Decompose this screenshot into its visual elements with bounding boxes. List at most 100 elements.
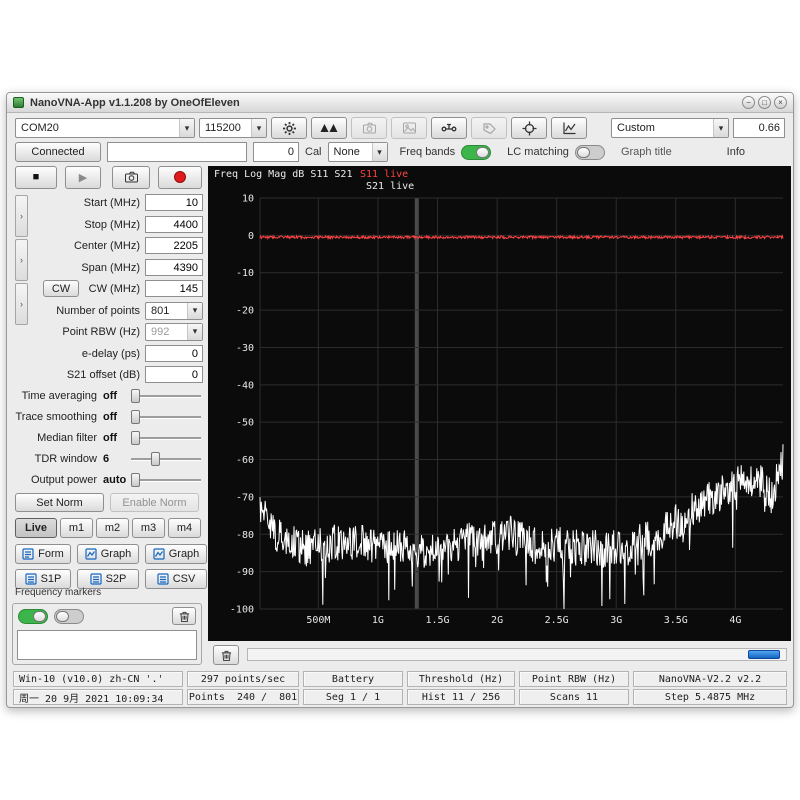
com-port-combo[interactable]: COM20 ▾ xyxy=(15,118,195,138)
matching-tool-button[interactable] xyxy=(431,117,467,139)
slider-thumb[interactable] xyxy=(131,431,140,445)
markers-track-toggle[interactable] xyxy=(54,608,84,624)
up-arrows-icon xyxy=(320,124,338,132)
baud-rate-combo[interactable]: 115200 ▾ xyxy=(199,118,267,138)
graph-icon xyxy=(153,548,165,560)
image-save-button[interactable] xyxy=(391,117,427,139)
close-button[interactable]: × xyxy=(774,96,787,109)
clear-graph-button[interactable] xyxy=(213,645,239,665)
tdr-window-slider[interactable] xyxy=(131,452,201,466)
trash-icon xyxy=(179,611,189,622)
cal-combo[interactable]: None ▾ xyxy=(327,142,388,162)
graph-view-button[interactable]: Graph xyxy=(77,544,139,564)
form-view-button[interactable]: Form xyxy=(15,544,71,564)
svg-text:2.5G: 2.5G xyxy=(545,615,569,626)
point-rbw-combo[interactable]: 992 ▾ xyxy=(145,322,203,341)
svg-text:500M: 500M xyxy=(306,615,330,626)
tab-m2[interactable]: m2 xyxy=(96,518,129,538)
connected-button[interactable]: Connected xyxy=(15,142,101,162)
file-icon xyxy=(89,573,102,585)
status-step: Step 5.4875 MHz xyxy=(633,689,787,705)
svg-text:3G: 3G xyxy=(610,615,622,626)
graph-mode-button[interactable] xyxy=(551,117,587,139)
title-bar[interactable]: NanoVNA-App v1.1.208 by OneOfEleven − □ … xyxy=(7,93,793,113)
edelay-input[interactable] xyxy=(145,345,203,362)
chevron-down-icon: ▾ xyxy=(251,119,266,137)
address-input[interactable] xyxy=(107,142,247,162)
stop-button[interactable]: ■ xyxy=(15,165,57,189)
s21-offset-label: S21 offset (dB) xyxy=(66,368,140,381)
svg-text:-60: -60 xyxy=(236,455,254,466)
record-button[interactable] xyxy=(158,165,202,189)
svg-text:-80: -80 xyxy=(236,530,254,541)
lc-matching-toggle[interactable] xyxy=(574,144,605,160)
center-mhz-label: Center (MHz) xyxy=(73,239,140,252)
s21-offset-input[interactable] xyxy=(145,366,203,383)
scrollbar-handle[interactable] xyxy=(748,650,780,659)
svg-text:0: 0 xyxy=(248,231,254,242)
center-target-button[interactable] xyxy=(511,117,547,139)
freq-bands-toggle[interactable] xyxy=(461,144,492,160)
median-filter-slider[interactable] xyxy=(131,431,201,445)
slider-thumb[interactable] xyxy=(131,473,140,487)
cal-offset-input[interactable] xyxy=(253,142,299,162)
status-bar: Win-10 (v10.0) zh-CN '.' 297 points/sec … xyxy=(13,671,787,705)
status-history: Hist 11 / 256 xyxy=(407,689,515,705)
chart-header: Freq Log Mag dB S11 S21 xyxy=(214,169,353,180)
lc-matching-label: LC matching xyxy=(507,146,569,158)
cw-mhz-input[interactable] xyxy=(145,280,203,297)
points-combo[interactable]: 801 ▾ xyxy=(145,301,203,320)
output-power-slider[interactable] xyxy=(131,473,201,487)
preset-combo[interactable]: Custom ▾ xyxy=(611,118,729,138)
status-os: Win-10 (v10.0) zh-CN '.' xyxy=(13,671,183,687)
save-csv-button[interactable]: CSV xyxy=(145,569,207,589)
median-filter-label: Median filter xyxy=(37,432,97,444)
svg-text:2G: 2G xyxy=(491,615,503,626)
frequency-markers-label: Frequency markers xyxy=(15,587,102,598)
trace-smoothing-value: off xyxy=(103,411,118,423)
chart-scrollbar[interactable] xyxy=(247,648,787,661)
save-s1p-button[interactable]: S1P xyxy=(15,569,71,589)
slider-thumb[interactable] xyxy=(131,389,140,403)
time-averaging-value: off xyxy=(103,390,118,402)
set-norm-button[interactable]: Set Norm xyxy=(15,493,104,512)
tab-m4[interactable]: m4 xyxy=(168,518,201,538)
screenshot-button[interactable] xyxy=(112,165,150,189)
slider-thumb[interactable] xyxy=(131,410,140,424)
markers-enable-toggle[interactable] xyxy=(18,608,48,624)
stop-mhz-input[interactable] xyxy=(145,216,203,233)
tab-live[interactable]: Live xyxy=(15,518,57,538)
graph-title-field[interactable]: Graph title xyxy=(621,146,672,158)
settings-button[interactable] xyxy=(271,117,307,139)
screenshot-toolbar-button[interactable] xyxy=(351,117,387,139)
enable-norm-button[interactable]: Enable Norm xyxy=(110,493,199,512)
save-s2p-button[interactable]: S2P xyxy=(77,569,139,589)
chart-area[interactable]: 10 0 -10 -20 -30 -40 -50 -60 -70 -80 -90 -100 500M 1G… xyxy=(208,166,791,641)
toggle-knob xyxy=(56,610,69,622)
markers-delete-button[interactable] xyxy=(172,607,196,625)
image-icon xyxy=(402,122,416,134)
markers-list[interactable] xyxy=(17,630,197,660)
trace-smoothing-slider[interactable] xyxy=(131,410,201,424)
cw-button[interactable]: CW xyxy=(43,280,79,297)
chevron-down-icon: ▾ xyxy=(371,143,387,161)
chevron-down-icon: ▾ xyxy=(187,323,202,340)
minimize-button[interactable]: − xyxy=(742,96,755,109)
tab-m1[interactable]: m1 xyxy=(60,518,93,538)
freq-bands-label: Freq bands xyxy=(399,146,456,158)
span-mhz-input[interactable] xyxy=(145,259,203,276)
maximize-button[interactable]: □ xyxy=(758,96,771,109)
tab-m3[interactable]: m3 xyxy=(132,518,165,538)
span-mhz-label: Span (MHz) xyxy=(81,261,140,274)
scale-value-input[interactable] xyxy=(733,118,785,138)
slider-thumb[interactable] xyxy=(151,452,161,466)
tag-icon xyxy=(482,122,496,134)
center-mhz-input[interactable] xyxy=(145,237,203,254)
graph-copy-button[interactable]: Graph xyxy=(145,544,207,564)
start-mhz-input[interactable] xyxy=(145,194,203,211)
marker-tool-button[interactable] xyxy=(471,117,507,139)
sweep-up-button[interactable] xyxy=(311,117,347,139)
run-button[interactable]: ▶ xyxy=(65,165,101,189)
s-parameter-plot[interactable]: 10 0 -10 -20 -30 -40 -50 -60 -70 -80 -90 -100 500M 1G… xyxy=(208,166,791,641)
time-averaging-slider[interactable] xyxy=(131,389,201,403)
